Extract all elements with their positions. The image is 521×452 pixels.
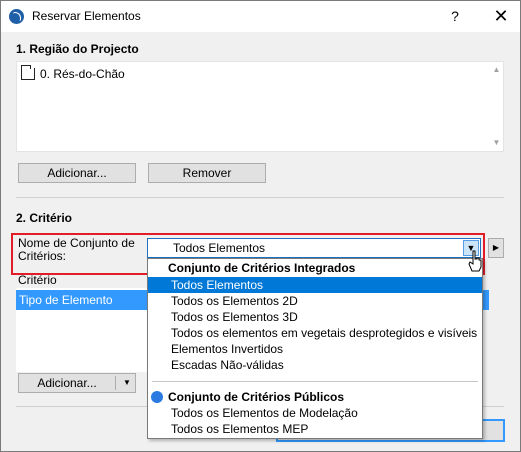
dropdown-group-header: Conjunto de Critérios Públicos <box>148 389 482 405</box>
dropdown-option[interactable]: Todos os Elementos de Modelação <box>148 405 482 421</box>
region-add-button[interactable]: Adicionar... <box>18 163 136 183</box>
story-icon <box>21 65 35 80</box>
criteria-table[interactable]: Tipo de Elemento <box>16 288 148 372</box>
region-list[interactable]: 0. Rés-do-Chão ▲ ▼ <box>16 61 504 152</box>
chevron-down-icon[interactable]: ▼ <box>119 374 135 392</box>
criteria-section-title: 2. Critério <box>16 211 73 225</box>
scroll-up-icon[interactable]: ▲ <box>492 65 501 74</box>
archicad-app-icon <box>9 9 24 24</box>
close-button[interactable]: ✕ <box>484 1 518 32</box>
dropdown-option[interactable]: Todos os Elementos 2D <box>148 293 482 309</box>
dropdown-option[interactable]: Todos os elementos em vegetais desproteg… <box>148 325 482 341</box>
split-divider <box>115 376 116 390</box>
dialog-window: Reservar Elementos ? ✕ 1. Região do Proj… <box>0 0 521 452</box>
scroll-down-icon[interactable]: ▼ <box>492 138 501 147</box>
hand-cursor-icon <box>468 250 482 272</box>
play-arrow-button[interactable]: ▶ <box>488 238 504 258</box>
dropdown-option[interactable]: Escadas Não-válidas <box>148 357 482 373</box>
dropdown-option[interactable]: Todos os Elementos MEP <box>148 421 482 437</box>
criteria-column-header: Critério <box>18 273 57 287</box>
region-list-item[interactable]: 0. Rés-do-Chão <box>21 65 125 82</box>
window-title: Reservar Elementos <box>32 9 141 23</box>
dropdown-option[interactable]: Todos Elementos <box>148 277 482 293</box>
dropdown-group-header: Conjunto de Critérios Integrados <box>168 261 356 275</box>
criteria-table-row[interactable]: Tipo de Elemento <box>16 290 148 310</box>
criteria-set-dropdown[interactable]: Conjunto de Critérios Integrados Todos E… <box>147 258 483 439</box>
region-scrollbar[interactable]: ▲ ▼ <box>490 62 503 151</box>
help-button[interactable]: ? <box>438 1 472 32</box>
combobox-value: Todos Elementos <box>173 241 266 255</box>
region-section-title: 1. Região do Projecto <box>16 42 139 56</box>
title-bar: Reservar Elementos ? ✕ <box>1 1 520 32</box>
dropdown-separator <box>152 381 478 382</box>
dropdown-option[interactable]: Elementos Invertidos <box>148 341 482 357</box>
public-group-label: Conjunto de Critérios Públicos <box>168 390 345 404</box>
public-set-icon <box>151 391 163 403</box>
section-divider <box>16 197 504 198</box>
dropdown-option[interactable]: Todos os Elementos 3D <box>148 309 482 325</box>
criteria-add-split-button[interactable]: Adicionar... ▼ <box>18 373 136 393</box>
region-remove-button[interactable]: Remover <box>148 163 266 183</box>
criteria-add-button[interactable]: Adicionar... <box>19 374 115 392</box>
criteria-set-combobox[interactable]: Todos Elementos ▼ <box>147 238 481 258</box>
criteria-row-selection <box>483 290 489 310</box>
criteria-set-label: Nome de Conjunto de Critérios: <box>18 236 135 263</box>
region-item-label: 0. Rés-do-Chão <box>40 67 125 81</box>
